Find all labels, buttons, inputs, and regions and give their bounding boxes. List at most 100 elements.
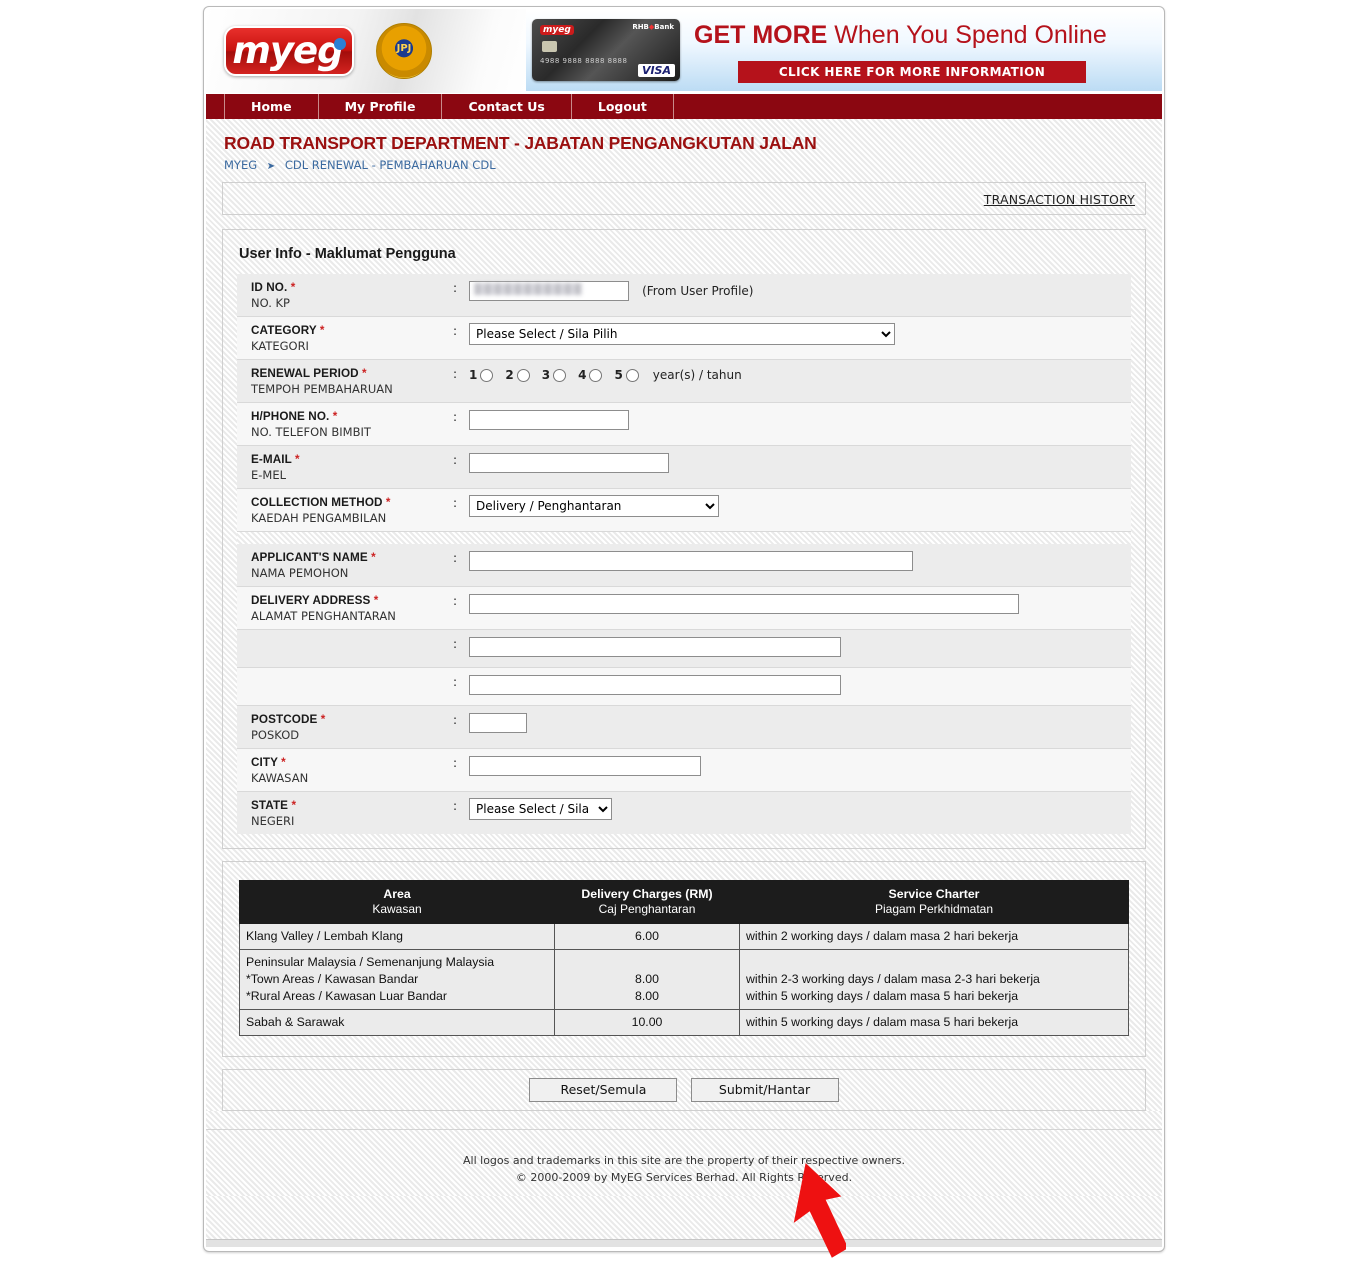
label-address-line2	[237, 630, 447, 643]
delivery-address-line2-input[interactable]	[469, 637, 841, 657]
postcode-input[interactable]	[469, 713, 527, 733]
label-address-line3	[237, 668, 447, 681]
label-category-ms: KATEGORI	[251, 339, 309, 353]
label-collection-method-en: COLLECTION METHOD	[251, 496, 383, 509]
header-charges-en: Delivery Charges (RM)	[581, 887, 713, 901]
promo-cta-button[interactable]: CLICK HERE FOR MORE INFORMATION	[738, 61, 1086, 83]
field-phone	[463, 403, 1131, 436]
form-row-delivery-address: DELIVERY ADDRESS * ALAMAT PENGHANTARAN :	[237, 587, 1131, 630]
renewal-period-option-5[interactable]: 5	[614, 368, 639, 382]
credit-card-image: myeg RHB◆Bank 4988 9888 8888 8888 VISA	[532, 19, 680, 81]
renewal-period-radio-group: 1 2 3 4 5 year(s) / tahun	[469, 366, 1131, 382]
cell-charter-3: within 5 working days / dalam masa 5 har…	[739, 1009, 1129, 1036]
table-row: Klang Valley / Lembah Klang 6.00 within …	[239, 923, 1129, 950]
renewal-period-radio-3[interactable]	[553, 368, 567, 382]
header-charges-ms: Caj Penghantaran	[598, 902, 696, 916]
nav-item-contact-us[interactable]: Contact Us	[442, 94, 572, 119]
reset-button[interactable]: Reset/Semula	[529, 1078, 678, 1102]
form-row-postcode: POSTCODE * POSKOD :	[237, 706, 1131, 749]
renewal-period-label-2: 2	[505, 368, 514, 382]
form-actions: Reset/Semula Submit/Hantar	[222, 1069, 1146, 1111]
page-footer: All logos and trademarks in this site ar…	[206, 1129, 1162, 1196]
charge-line: 6.00	[635, 929, 659, 943]
required-marker: *	[371, 551, 376, 564]
myeg-logo-text: myeg	[232, 29, 343, 72]
charter-line: within 5 working days / dalam masa 5 har…	[746, 989, 1019, 1003]
rhb-bank-logo: RHB◆Bank	[632, 23, 674, 31]
submit-button[interactable]: Submit/Hantar	[690, 1078, 839, 1102]
colon-postcode: :	[452, 713, 458, 727]
table-header-row: Area Kawasan Delivery Charges (RM) Caj P…	[239, 880, 1129, 924]
promo-banner[interactable]: myeg RHB◆Bank 4988 9888 8888 8888 VISA G…	[526, 11, 1162, 91]
browser-page-frame: myeg myeg RHB◆Bank 4988 9888 8888 8888 V…	[203, 6, 1165, 1252]
label-renewal-period-ms: TEMPOH PEMBAHARUAN	[251, 382, 393, 396]
area-line: Klang Valley / Lembah Klang	[246, 929, 404, 943]
renewal-period-radio-4[interactable]	[589, 368, 603, 382]
label-id-no: ID NO. * NO. KP	[237, 274, 447, 316]
label-state: STATE * NEGERI	[237, 792, 447, 834]
label-category: CATEGORY * KATEGORI	[237, 317, 447, 359]
header-charter: Service Charter Piagam Perkhidmatan	[739, 880, 1129, 924]
field-category: Please Select / Sila Pilih	[463, 317, 1131, 351]
category-select[interactable]: Please Select / Sila Pilih	[469, 323, 895, 345]
renewal-period-label-1: 1	[469, 368, 478, 382]
charge-line: 8.00	[635, 972, 659, 986]
delivery-address-line1-input[interactable]	[469, 594, 1019, 614]
breadcrumb-root[interactable]: MYEG	[224, 158, 257, 172]
cell-charge-3: 10.00	[554, 1009, 740, 1036]
required-marker: *	[291, 799, 297, 812]
renewal-period-radio-5[interactable]	[625, 368, 639, 382]
mouse-cursor-arrow-icon	[793, 1163, 846, 1258]
area-line: Sabah & Sarawak	[246, 1015, 345, 1029]
header-charges: Delivery Charges (RM) Caj Penghantaran	[554, 880, 740, 924]
renewal-period-option-1[interactable]: 1	[469, 368, 494, 382]
colon-applicant-name: :	[452, 551, 458, 565]
delivery-address-line3-input[interactable]	[469, 675, 841, 695]
label-phone-en: H/PHONE NO.	[251, 410, 330, 423]
label-email: E-MAIL * E-MEL	[237, 446, 447, 488]
charge-line: 10.00	[631, 1015, 663, 1029]
nav-item-my-profile[interactable]: My Profile	[319, 94, 443, 119]
colon-address-line2: :	[452, 637, 458, 651]
breadcrumb-separator-icon: ➤	[266, 161, 276, 172]
field-applicant-name	[463, 544, 1131, 577]
charter-line: within 5 working days / dalam masa 5 har…	[746, 1015, 1019, 1029]
email-input[interactable]	[469, 453, 669, 473]
collection-method-select[interactable]: Delivery / Penghantaran	[469, 495, 719, 517]
cell-area-1: Klang Valley / Lembah Klang	[239, 923, 555, 950]
label-email-ms: E-MEL	[251, 468, 287, 482]
renewal-period-label-5: 5	[614, 368, 623, 382]
label-delivery-address: DELIVERY ADDRESS * ALAMAT PENGHANTARAN	[237, 587, 447, 629]
renewal-period-radio-2[interactable]	[516, 368, 530, 382]
colon-collection-method: :	[452, 496, 458, 510]
field-postcode	[463, 706, 1131, 739]
label-applicant-name-ms: NAMA PEMOHON	[251, 566, 349, 580]
breadcrumb-current[interactable]: CDL RENEWAL - PEMBAHARUAN CDL	[285, 158, 496, 172]
card-number: 4988 9888 8888 8888	[540, 57, 628, 65]
applicant-name-input[interactable]	[469, 551, 913, 571]
nav-item-home[interactable]: Home	[224, 94, 319, 119]
phone-input[interactable]	[469, 410, 629, 430]
user-info-title: User Info - Maklumat Pengguna	[239, 246, 456, 262]
cell-charge-2: 8.00 8.00	[554, 949, 740, 1010]
nav-item-logout[interactable]: Logout	[572, 94, 674, 119]
page-title: ROAD TRANSPORT DEPARTMENT - JABATAN PENG…	[224, 133, 817, 153]
transaction-history-link[interactable]: TRANSACTION HISTORY	[984, 192, 1135, 207]
footer-copyright-text: © 2000-2009 by MyEG Services Berhad. All…	[515, 1171, 853, 1184]
label-id-no-ms: NO. KP	[251, 296, 290, 310]
renewal-period-radio-1[interactable]	[480, 368, 494, 382]
label-state-en: STATE	[251, 799, 289, 812]
renewal-period-option-2[interactable]: 2	[505, 368, 530, 382]
city-input[interactable]	[469, 756, 701, 776]
renewal-period-option-3[interactable]: 3	[542, 368, 567, 382]
label-delivery-address-ms: ALAMAT PENGHANTARAN	[251, 609, 396, 623]
required-marker: *	[290, 281, 296, 294]
promo-headline-bold: GET MORE	[694, 21, 828, 49]
myeg-logo[interactable]: myeg	[224, 26, 354, 76]
form-row-collection-method: COLLECTION METHOD * KAEDAH PENGAMBILAN :…	[237, 489, 1131, 532]
renewal-period-option-4[interactable]: 4	[578, 368, 603, 382]
header-charter-ms: Piagam Perkhidmatan	[874, 902, 994, 916]
cell-area-2: Peninsular Malaysia / Semenanjung Malays…	[239, 949, 555, 1010]
label-city: CITY * KAWASAN	[237, 749, 447, 791]
state-select[interactable]: Please Select / Sila Pilih	[469, 798, 612, 820]
